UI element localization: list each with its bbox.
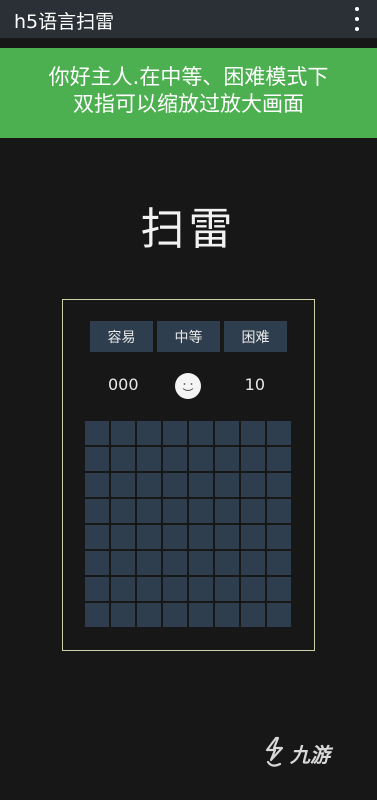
9game-logo-icon — [265, 736, 284, 767]
mine-cell[interactable] — [85, 551, 109, 575]
mine-cell[interactable] — [267, 577, 291, 601]
mine-cell[interactable] — [241, 421, 265, 445]
timer-display: 000 — [108, 375, 139, 394]
mine-cell[interactable] — [111, 499, 135, 523]
mine-cell[interactable] — [85, 525, 109, 549]
mine-cell[interactable] — [111, 447, 135, 471]
status-bar: 000 10 — [90, 370, 287, 400]
mine-cell[interactable] — [85, 499, 109, 523]
mine-cell[interactable] — [85, 421, 109, 445]
mine-cell[interactable] — [163, 499, 187, 523]
mine-cell[interactable] — [267, 499, 291, 523]
mine-cell[interactable] — [215, 577, 239, 601]
mine-cell[interactable] — [267, 603, 291, 627]
mine-cell[interactable] — [111, 577, 135, 601]
mine-cell[interactable] — [241, 499, 265, 523]
hard-button[interactable]: 困难 — [224, 321, 287, 352]
mine-cell[interactable] — [137, 447, 161, 471]
mine-cell[interactable] — [189, 525, 213, 549]
medium-button[interactable]: 中等 — [157, 321, 220, 352]
watermark-text: 九游 — [290, 742, 330, 767]
mine-cell[interactable] — [111, 551, 135, 575]
mine-cell[interactable] — [85, 603, 109, 627]
app-bar: h5语言扫雷 — [0, 0, 377, 38]
mine-cell[interactable] — [163, 577, 187, 601]
mine-cell[interactable] — [241, 551, 265, 575]
mine-cell[interactable] — [137, 421, 161, 445]
mine-cell[interactable] — [189, 577, 213, 601]
menu-dot — [355, 27, 359, 31]
minefield — [85, 421, 293, 629]
mine-cell[interactable] — [215, 499, 239, 523]
mine-cell[interactable] — [189, 551, 213, 575]
mine-cell[interactable] — [163, 525, 187, 549]
mine-cell[interactable] — [137, 525, 161, 549]
watermark: 九游 — [262, 733, 330, 773]
mine-cell[interactable] — [85, 473, 109, 497]
mine-counter: 10 — [244, 375, 265, 394]
toast-line-2: 双指可以缩放过放大画面 — [73, 92, 304, 116]
toast-line-1: 你好主人.在中等、困难模式下 — [48, 65, 329, 89]
mine-cell[interactable] — [137, 551, 161, 575]
menu-dot — [355, 17, 359, 21]
mine-cell[interactable] — [267, 447, 291, 471]
mine-cell[interactable] — [163, 551, 187, 575]
mine-cell[interactable] — [267, 525, 291, 549]
mine-cell[interactable] — [111, 473, 135, 497]
mine-cell[interactable] — [215, 525, 239, 549]
mine-cell[interactable] — [215, 421, 239, 445]
mine-cell[interactable] — [241, 473, 265, 497]
mine-cell[interactable] — [189, 499, 213, 523]
toast-message: 你好主人.在中等、困难模式下 双指可以缩放过放大画面 — [0, 48, 377, 138]
mine-cell[interactable] — [241, 525, 265, 549]
mine-cell[interactable] — [215, 551, 239, 575]
mine-cell[interactable] — [267, 551, 291, 575]
mine-cell[interactable] — [163, 447, 187, 471]
mine-cell[interactable] — [267, 421, 291, 445]
mine-cell[interactable] — [85, 447, 109, 471]
mine-cell[interactable] — [241, 577, 265, 601]
mine-cell[interactable] — [189, 603, 213, 627]
mine-cell[interactable] — [215, 473, 239, 497]
mine-cell[interactable] — [111, 421, 135, 445]
menu-dot — [355, 7, 359, 11]
mine-cell[interactable] — [111, 525, 135, 549]
mine-cell[interactable] — [189, 473, 213, 497]
mine-cell[interactable] — [137, 473, 161, 497]
page-title: 扫雷 — [140, 204, 237, 255]
mine-cell[interactable] — [215, 603, 239, 627]
mine-cell[interactable] — [85, 577, 109, 601]
mine-cell[interactable] — [111, 603, 135, 627]
mine-cell[interactable] — [163, 421, 187, 445]
mine-cell[interactable] — [215, 447, 239, 471]
mine-cell[interactable] — [137, 499, 161, 523]
app-title: h5语言扫雷 — [14, 11, 115, 33]
mine-cell[interactable] — [267, 473, 291, 497]
mine-cell[interactable] — [163, 603, 187, 627]
easy-button[interactable]: 容易 — [90, 321, 153, 352]
more-vert-icon[interactable] — [349, 7, 365, 31]
mine-cell[interactable] — [137, 577, 161, 601]
mine-cell[interactable] — [241, 447, 265, 471]
smiley-face-icon[interactable] — [175, 373, 201, 399]
mine-cell[interactable] — [189, 421, 213, 445]
mine-cell[interactable] — [241, 603, 265, 627]
mine-cell[interactable] — [189, 447, 213, 471]
difficulty-selector: 容易 中等 困难 — [90, 321, 287, 352]
mine-cell[interactable] — [137, 603, 161, 627]
mine-cell[interactable] — [163, 473, 187, 497]
